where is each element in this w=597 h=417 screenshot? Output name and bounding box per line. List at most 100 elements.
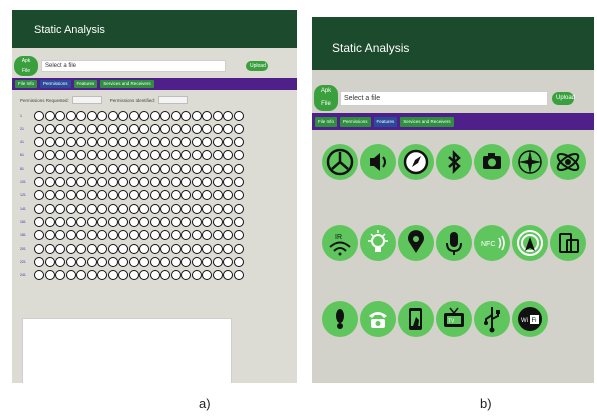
permission-indicator <box>44 270 55 281</box>
permission-indicator <box>191 256 202 267</box>
upload-button-a[interactable]: Upload <box>246 61 268 71</box>
permission-row-label: 101 <box>20 180 26 184</box>
file-input-b[interactable]: Select a file <box>340 90 548 106</box>
footprint-icon[interactable] <box>322 301 358 337</box>
permission-row-label: 81 <box>20 166 24 171</box>
tab-bar-b: File Info Permissions Features Services … <box>312 113 594 130</box>
apk-file-button-b[interactable]: Apk File <box>314 85 338 111</box>
tv-icon[interactable]: TV <box>436 301 472 337</box>
tab-features-b[interactable]: Features <box>373 116 398 127</box>
camera-icon[interactable] <box>474 144 510 180</box>
upload-button-b[interactable]: Upload <box>552 91 575 105</box>
permission-indicator <box>170 230 181 241</box>
permission-indicator <box>139 216 149 227</box>
tab-permissions-b[interactable]: Permissions <box>340 116 371 127</box>
permission-row-label: 41 <box>20 140 24 145</box>
permission-indicator <box>191 190 202 201</box>
usb-icon[interactable] <box>474 301 510 337</box>
permission-indicator <box>160 137 170 148</box>
permission-indicator <box>202 216 212 227</box>
permission-indicator <box>202 123 212 134</box>
permission-indicator <box>44 203 55 214</box>
permission-indicator <box>44 190 55 201</box>
permission-indicator <box>107 123 118 134</box>
wifi-icon[interactable]: Wi Fi <box>512 301 548 337</box>
screen-rotation-icon[interactable] <box>550 225 586 261</box>
nfc-icon[interactable]: NFC <box>474 225 510 261</box>
permission-row: 221 <box>20 256 244 267</box>
permission-indicator <box>170 177 181 187</box>
permission-indicator <box>139 190 149 201</box>
header-a: Static Analysis <box>12 10 297 48</box>
panel-a-permissions: Static Analysis Apk File Select a file U… <box>12 10 297 383</box>
tab-file-info-a[interactable]: File Info <box>15 80 38 88</box>
speaker-icon[interactable] <box>360 144 396 180</box>
tab-permissions-a[interactable]: Permissions <box>40 80 71 88</box>
permission-row: 41 <box>20 137 244 148</box>
compass-icon[interactable] <box>398 144 434 180</box>
permission-indicator <box>97 163 107 174</box>
permission-indicator <box>118 243 128 254</box>
permission-indicator <box>44 256 55 267</box>
permission-indicator <box>149 190 160 201</box>
bluetooth-icon[interactable] <box>436 144 472 180</box>
permission-indicator <box>191 150 202 161</box>
permission-indicator <box>223 123 233 134</box>
location-pin-icon[interactable] <box>398 225 434 261</box>
permission-indicator <box>149 163 160 174</box>
permission-indicator <box>55 177 65 187</box>
permission-row: 201 <box>20 243 244 254</box>
permission-indicator <box>181 203 191 214</box>
permission-indicator <box>97 137 107 148</box>
permissions-requested-field <box>71 96 102 104</box>
permission-indicator <box>97 203 107 214</box>
svg-text:Fi: Fi <box>532 318 537 324</box>
permission-indicator <box>44 230 55 241</box>
apk-file-button-a[interactable]: Apk File <box>14 56 38 76</box>
permission-indicator <box>191 203 202 214</box>
permission-indicator <box>170 203 181 214</box>
file-input-a[interactable]: Select a file <box>41 60 226 72</box>
permission-indicator <box>191 243 202 254</box>
light-bulb-icon[interactable] <box>360 225 396 261</box>
permission-row-label: 221 <box>20 259 26 264</box>
permission-indicator <box>139 150 149 161</box>
permission-indicator <box>160 190 170 201</box>
permission-indicator <box>97 190 107 201</box>
permission-indicator <box>170 243 181 254</box>
permission-indicator <box>65 190 76 201</box>
permission-indicator <box>170 150 181 161</box>
permission-indicator <box>86 123 97 134</box>
permission-row: 81 <box>20 163 244 174</box>
permission-indicator <box>55 137 65 148</box>
permission-indicator <box>65 123 76 134</box>
output-textarea[interactable] <box>22 318 232 383</box>
infrared-icon[interactable]: IR <box>322 225 358 261</box>
tab-services-a[interactable]: Services and Receivers <box>100 80 154 88</box>
microphone-icon[interactable] <box>436 225 472 261</box>
compass-rose-icon[interactable] <box>512 144 548 180</box>
permission-indicator <box>44 177 55 187</box>
permission-row: 161 <box>20 216 244 227</box>
permission-indicator <box>34 256 44 267</box>
gyroscope-icon[interactable] <box>550 144 586 180</box>
tab-features-a[interactable]: Features <box>73 80 98 88</box>
permission-indicator <box>170 110 181 121</box>
nfc-triangle-icon[interactable] <box>322 144 358 180</box>
permission-indicator <box>107 190 118 201</box>
permission-indicator <box>118 203 128 214</box>
permission-indicator <box>212 137 223 148</box>
permission-indicator <box>149 177 160 187</box>
permission-indicator <box>86 163 97 174</box>
telephone-icon[interactable] <box>360 301 396 337</box>
touchscreen-icon[interactable] <box>398 301 434 337</box>
permission-indicator <box>44 163 55 174</box>
permission-row-label: 201 <box>20 246 26 251</box>
permission-indicator <box>97 243 107 254</box>
tab-file-info-b[interactable]: File Info <box>315 116 338 127</box>
tab-services-b[interactable]: Services and Receivers <box>400 116 454 127</box>
permission-indicator <box>233 163 244 174</box>
permission-indicator <box>223 163 233 174</box>
gps-signal-icon[interactable] <box>512 225 548 261</box>
permission-indicator <box>65 270 76 281</box>
